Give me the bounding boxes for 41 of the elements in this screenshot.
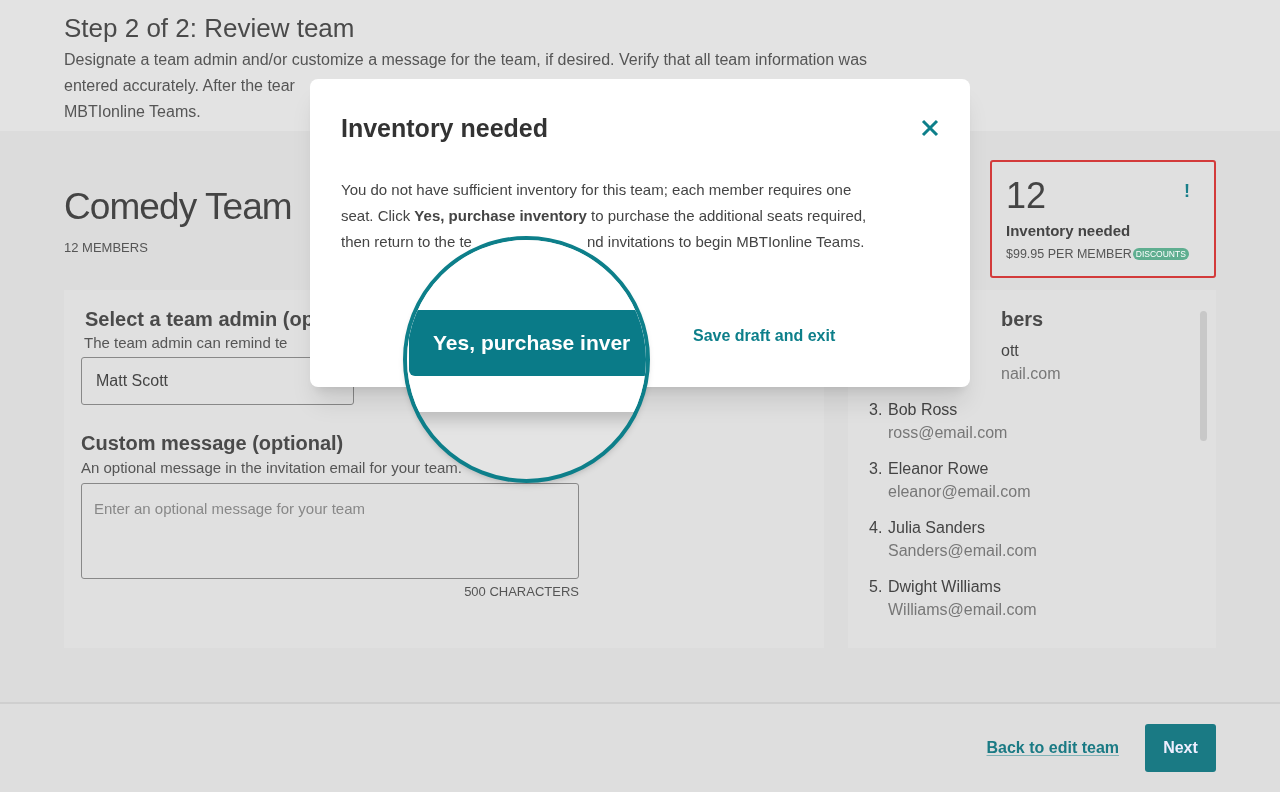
modal-body-text: seat. Click Yes, purchase inventory to purchase the additional seats required, xyxy=(341,206,867,226)
team-name: Comedy Team xyxy=(64,185,292,229)
admin-section-description: The team admin can remind te xyxy=(84,333,288,353)
character-counter: 500 CHARACTERS xyxy=(464,583,579,601)
member-number: 5. xyxy=(869,577,884,597)
magnified-purchase-button[interactable]: Yes, purchase inver xyxy=(409,310,646,376)
member-email: Williams@email.com xyxy=(888,600,1037,620)
back-link[interactable]: Back to edit team xyxy=(986,736,1119,760)
modal-body-text: nd invitations to begin MBTIonline Teams. xyxy=(587,232,865,252)
price-text: $99.95 PER MEMBER xyxy=(1006,245,1132,263)
step-description: MBTIonline Teams. xyxy=(64,102,201,122)
member-email: nail.com xyxy=(1001,364,1061,384)
step-description: entered accurately. After the tear xyxy=(64,76,295,96)
member-name: Julia Sanders xyxy=(888,518,985,538)
save-draft-link[interactable]: Save draft and exit xyxy=(693,324,836,348)
members-title: bers xyxy=(1001,307,1044,332)
member-name: Bob Ross xyxy=(888,400,958,420)
member-name: Eleanor Rowe xyxy=(888,459,989,479)
step-description: Designate a team admin and/or customize a message for the team, if desired. Verify that all team information was xyxy=(64,50,868,70)
step-title: Step 2 of 2: Review team xyxy=(64,12,355,44)
inventory-count: 12 xyxy=(1006,176,1047,216)
member-number: 4. xyxy=(869,518,884,538)
message-section-title: Custom message (optional) xyxy=(81,431,344,456)
member-email: eleanor@email.com xyxy=(888,482,1031,502)
member-number: 3. xyxy=(869,459,884,479)
discounts-badge: DISCOUNTS xyxy=(1132,247,1189,260)
alert-mark: ! xyxy=(1184,180,1190,203)
member-name: Dwight Williams xyxy=(888,577,1001,597)
member-name: ott xyxy=(1001,341,1019,361)
next-button[interactable]: Next xyxy=(1145,724,1216,772)
message-field[interactable]: Enter an optional message for your team xyxy=(81,483,579,579)
members-count: 12 MEMBERS xyxy=(64,239,148,257)
message-section-description: An optional message in the invitation email for your team. xyxy=(81,458,463,478)
inventory-title: Inventory needed xyxy=(1006,221,1131,241)
close-icon[interactable] xyxy=(921,119,939,137)
modal-title: Inventory needed xyxy=(341,113,548,143)
member-number: 3. xyxy=(869,400,884,420)
member-email: Sanders@email.com xyxy=(888,541,1037,561)
modal-body-text: then return to the te xyxy=(341,233,472,250)
modal-body-text: You do not have sufficient inventory for this team; each member requires one xyxy=(341,180,852,200)
member-email: ross@email.com xyxy=(888,423,1008,443)
